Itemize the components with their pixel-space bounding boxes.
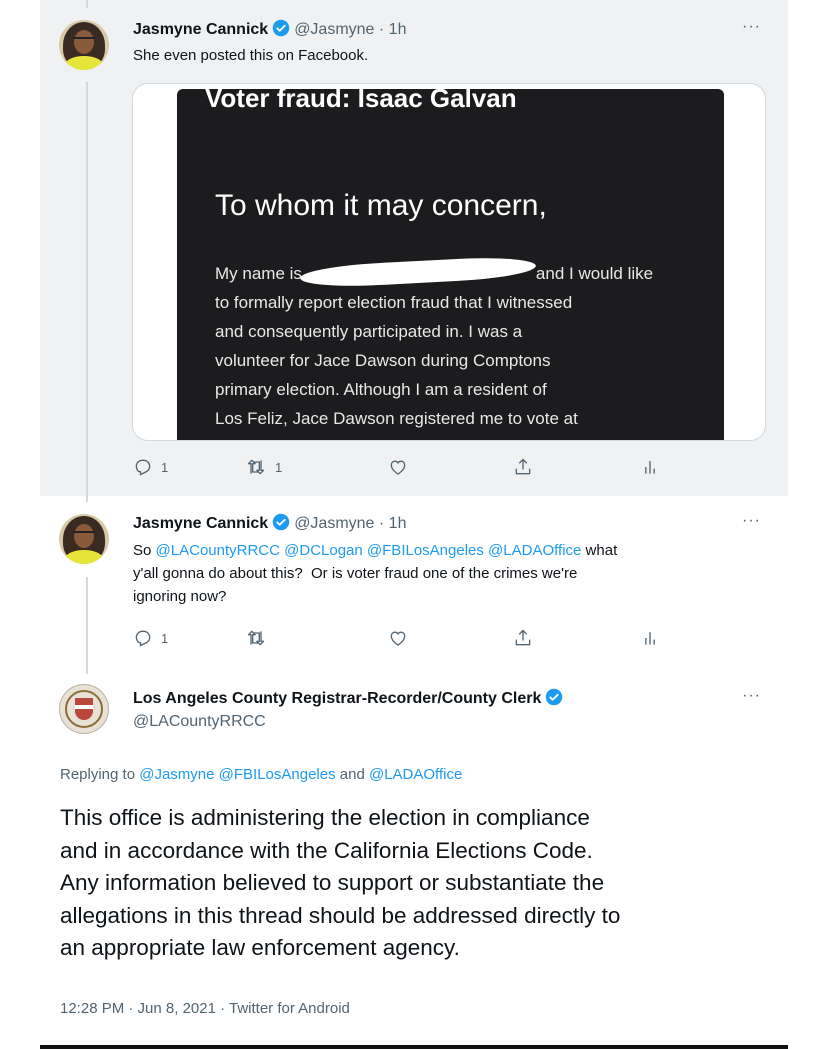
tweet-header: Los Angeles County Registrar-Recorder/Co… <box>133 688 567 711</box>
more-icon[interactable]: ··· <box>742 512 761 530</box>
redaction-mark <box>299 254 537 290</box>
tweet-timestamp[interactable]: 12:28 PM · Jun 8, 2021 · Twitter for And… <box>60 1000 350 1017</box>
avatar[interactable] <box>59 684 109 734</box>
analytics-button[interactable] <box>640 457 660 477</box>
retweet-icon <box>247 459 265 475</box>
image-line: Los Feliz, Jace Dawson registered me to … <box>215 409 578 428</box>
replying-to: Replying to @Jasmyne @FBILosAngeles and … <box>60 766 462 783</box>
image-title: Voter fraud: Isaac Galvan <box>205 89 517 113</box>
reply-icon <box>135 459 151 476</box>
tweet-text: So @LACountyRRCC @DCLogan @FBILosAngeles… <box>133 539 753 608</box>
thread-connector-2 <box>86 577 88 674</box>
author-handle-time[interactable]: @Jasmyne · 1h <box>294 21 406 38</box>
share-button[interactable] <box>513 628 533 648</box>
analytics-icon <box>645 632 655 645</box>
avatar[interactable] <box>59 514 109 564</box>
tweet-actions: 1 1 <box>133 457 773 481</box>
image-body: My name is and I would like to formally r… <box>215 254 654 433</box>
share-button[interactable] <box>513 457 533 477</box>
verified-icon <box>545 688 563 711</box>
text-fragment: Replying to <box>60 766 136 783</box>
text-fragment: what <box>585 542 618 559</box>
author-handle-time[interactable]: @Jasmyne · 1h <box>294 515 406 532</box>
like-button[interactable] <box>388 628 408 648</box>
verified-icon <box>272 19 290 42</box>
reply-icon <box>135 630 151 647</box>
image-line: My name is <box>215 264 302 283</box>
tweet-header: Jasmyne Cannick @Jasmyne · 1h <box>133 513 406 536</box>
text-line: an appropriate law enforcement agency. <box>60 935 460 960</box>
image-line: and I would like <box>535 264 654 283</box>
facebook-post-screenshot: Voter fraud: Isaac Galvan To whom it may… <box>177 89 724 440</box>
retweet-icon <box>247 630 265 646</box>
image-line: volunteer for Jace Dawson during Compton… <box>215 351 551 370</box>
mention-link[interactable]: @FBILosAngeles <box>367 542 484 559</box>
verified-icon <box>272 513 290 536</box>
text-fragment: So <box>133 542 152 559</box>
analytics-icon <box>645 461 655 474</box>
screenshot-right-margin <box>788 0 828 1049</box>
avatar[interactable] <box>59 20 109 70</box>
retweet-button[interactable] <box>245 628 267 648</box>
attached-image-card[interactable]: Voter fraud: Isaac Galvan To whom it may… <box>132 83 766 441</box>
tweet-header: Jasmyne Cannick @Jasmyne · 1h <box>133 19 406 42</box>
thread-connector-1 <box>86 82 88 502</box>
more-icon[interactable]: ··· <box>742 687 761 705</box>
text-line: Any information believed to support or s… <box>60 870 605 895</box>
reply-count: 1 <box>161 459 169 475</box>
bottom-divider <box>40 1045 788 1049</box>
mention-link[interactable]: @LACountyRRCC <box>156 542 280 559</box>
share-icon <box>515 629 531 646</box>
author-name[interactable]: Los Angeles County Registrar-Recorder/Co… <box>133 690 541 707</box>
author-name[interactable]: Jasmyne Cannick <box>133 515 268 532</box>
text-line: y'all gonna do about this? Or is voter f… <box>133 565 578 582</box>
like-icon <box>390 460 406 475</box>
image-heading: To whom it may concern, <box>215 189 547 222</box>
image-line: to formally report election fraud that I… <box>215 293 573 312</box>
image-line: and consequently participated in. I was … <box>215 322 523 341</box>
tweet-text: This office is administering the electio… <box>60 802 620 965</box>
like-icon <box>390 631 406 646</box>
mention-link[interactable]: @FBILosAngeles <box>219 766 336 783</box>
image-line: primary election. Although I am a reside… <box>215 380 547 399</box>
mention-link[interactable]: @LADAOffice <box>488 542 581 559</box>
analytics-button[interactable] <box>640 628 660 648</box>
retweet-button[interactable]: 1 <box>245 457 282 477</box>
mention-link[interactable]: @DCLogan <box>284 542 363 559</box>
text-line: allegations in this thread should be add… <box>60 902 621 928</box>
author-handle-row: @LACountyRRCC <box>133 713 266 731</box>
tweet-text: She even posted this on Facebook. <box>133 47 369 64</box>
author-name[interactable]: Jasmyne Cannick <box>133 21 268 38</box>
author-handle[interactable]: @LACountyRRCC <box>133 713 266 730</box>
text-line: This office is administering the electio… <box>60 805 590 830</box>
thread-connector-top <box>86 0 88 8</box>
share-icon <box>515 458 531 475</box>
reply-count: 1 <box>161 630 169 646</box>
mention-link[interactable]: @LADAOffice <box>369 766 462 783</box>
mention-link[interactable]: @Jasmyne <box>139 766 214 783</box>
reply-button[interactable]: 1 <box>133 628 168 648</box>
text-line: ignoring now? <box>133 588 227 605</box>
retweet-count: 1 <box>275 459 283 475</box>
screenshot-left-margin <box>0 0 40 1049</box>
like-button[interactable] <box>388 457 408 477</box>
text-fragment: and <box>339 766 365 783</box>
reply-button[interactable]: 1 <box>133 457 168 477</box>
text-line: and in accordance with the California El… <box>60 837 593 863</box>
tweet-actions: 1 <box>133 628 773 652</box>
more-icon[interactable]: ··· <box>742 18 761 36</box>
